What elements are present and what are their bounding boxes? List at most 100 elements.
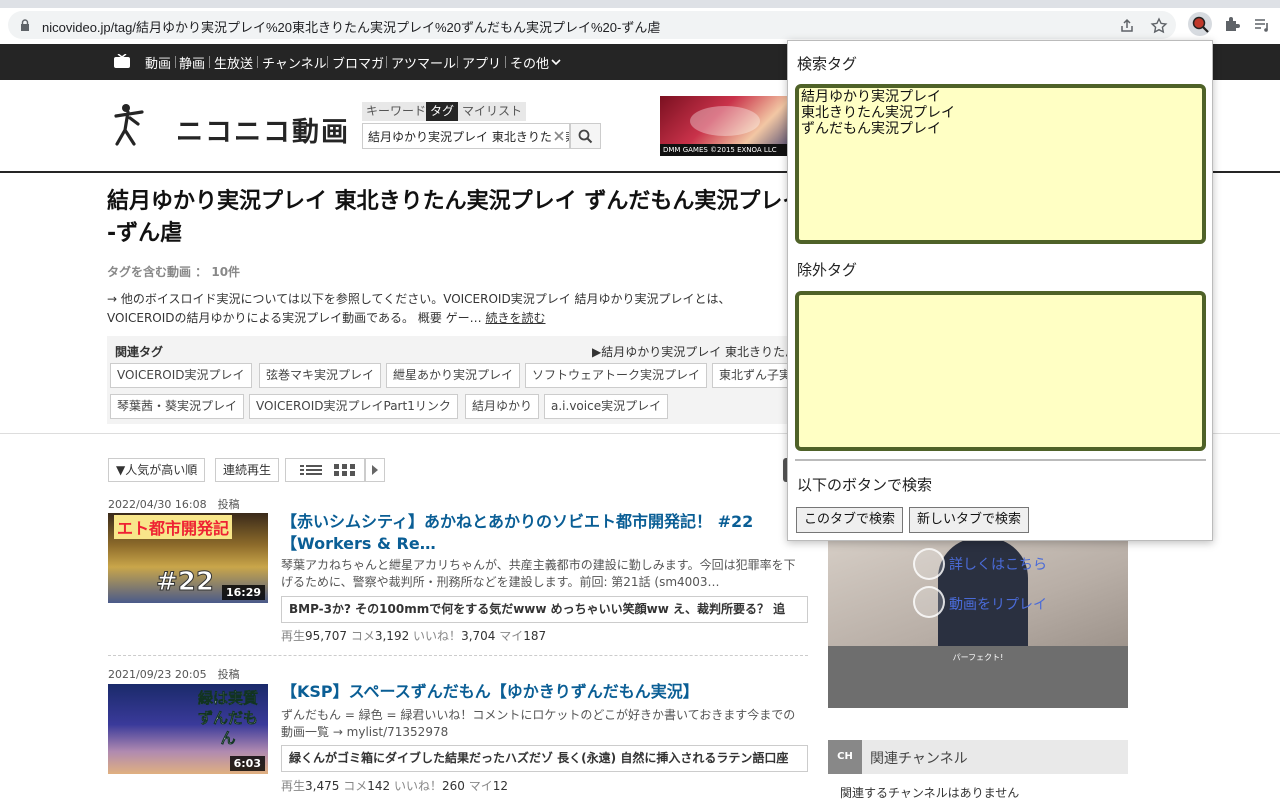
read-more-link[interactable]: 続きを読む — [486, 311, 546, 325]
replay-icon — [913, 586, 945, 618]
related-tag[interactable]: VOICEROID実況プレイPart1リンク — [249, 394, 458, 419]
lock-icon — [21, 19, 29, 31]
play-triangle-icon — [372, 465, 378, 475]
niconico-logo-figure-icon[interactable] — [112, 102, 148, 148]
search-button[interactable] — [570, 123, 601, 149]
mylist-count: 12 — [492, 779, 508, 793]
comments-count: 142 — [367, 779, 391, 793]
tag-search-extension-icon[interactable] — [1188, 12, 1212, 36]
nav-separator — [327, 56, 328, 68]
likes-count: 260 — [441, 779, 465, 793]
video-title-link[interactable]: 【赤いシムシティ】あかねとあかりのソビエト都市開発記！ #22【Workers … — [281, 511, 791, 555]
related-tag[interactable]: ソフトウェアトーク実況プレイ — [525, 363, 708, 388]
exclude-tags-textarea[interactable] — [795, 291, 1206, 451]
nav-item-atsumaru[interactable]: アツマール — [391, 53, 456, 72]
related-tag[interactable]: VOICEROID実況プレイ — [110, 363, 252, 388]
bookmark-star-icon[interactable] — [1150, 17, 1168, 35]
related-tag[interactable]: 琴葉茜・葵実況プレイ — [110, 394, 245, 419]
related-tags-right-link[interactable]: ▶結月ゆかり実況プレイ 東北きりたん — [592, 343, 797, 360]
search-button-hint: 以下のボタンで検索 — [797, 476, 933, 494]
video-separator — [108, 655, 808, 656]
sort-order-button[interactable]: ▼人気が高い順 — [108, 458, 206, 482]
nav-item-app[interactable]: アプリ — [462, 53, 501, 72]
nav-item-live[interactable]: 生放送 — [214, 53, 253, 72]
banner-ad[interactable]: DMM GAMES ©2015 EXNOA LLC — [660, 96, 790, 156]
video-description: 琴葉アカねちゃんと紲星アカリちゃんが、共産主義都市の建設に勤しみます。今回は犯罪… — [281, 558, 796, 589]
comments-count: 3,192 — [374, 629, 410, 643]
share-icon[interactable] — [1118, 17, 1136, 35]
view-toggle — [285, 458, 365, 482]
niconico-tv-icon[interactable] — [114, 54, 130, 68]
magnifier-icon — [1192, 16, 1209, 33]
search-input[interactable]: 結月ゆかり実況プレイ 東北きりたん実況プレイ ずんだもん実況プレイ -ずん虐 — [362, 123, 570, 149]
nav-item-channel[interactable]: チャンネル — [262, 53, 327, 72]
related-channel-header: CH 関連チャンネル — [828, 740, 1128, 774]
views-label: 再生 — [281, 779, 306, 793]
ad-emblem — [690, 106, 760, 136]
search-tab-keyword[interactable]: キーワード — [362, 102, 431, 121]
reading-list-icon[interactable] — [1252, 15, 1272, 35]
clear-icon[interactable] — [552, 129, 566, 143]
exclude-tags-label: 除外タグ — [797, 261, 858, 279]
related-tags-title: 関連タグ — [115, 345, 164, 359]
nav-separator — [209, 56, 210, 68]
search-this-tab-button[interactable]: このタブで検索 — [796, 507, 904, 533]
video-duration: 6:03 — [229, 756, 265, 771]
external-link-icon — [913, 548, 945, 580]
ad-caption: パーフェクト! — [952, 653, 1004, 662]
related-tag[interactable]: 紲星あかり実況プレイ — [386, 363, 521, 388]
video-duration: 16:29 — [221, 585, 265, 600]
likes-label: いいね！ — [413, 629, 462, 643]
search-tab-tag[interactable]: タグ — [426, 102, 459, 121]
thumbnail-caption: 緑は実質ずんだもん — [197, 689, 259, 748]
related-tag[interactable]: 結月ゆかり — [465, 394, 540, 419]
mylist-label: マイ — [499, 629, 524, 643]
views-label: 再生 — [281, 629, 306, 643]
nav-item-blomaga[interactable]: ブロマガ — [332, 53, 384, 72]
nav-separator — [505, 56, 506, 68]
related-channel-title: 関連チャンネル — [870, 751, 968, 767]
continuous-play-button[interactable]: 連続再生 — [215, 458, 280, 482]
video-thumbnail[interactable]: エト都市開発記 #22 16:29 — [108, 513, 268, 603]
ad-details-link[interactable]: 詳しくはこちら — [949, 554, 1047, 574]
search-input-value: 結月ゆかり実況プレイ 東北きりたん実況プレイ ずんだもん実況プレイ -ずん虐 — [368, 130, 569, 144]
video-description: ずんだもん = 緑色 = 緑君いいね！コメントにロケットのどこが好きか書いておき… — [281, 708, 796, 739]
related-tag[interactable]: a.i.voice実況プレイ — [544, 394, 669, 419]
search-new-tab-button[interactable]: 新しいタブで検索 — [909, 507, 1030, 533]
thumbnail-caption: エト都市開発記 — [114, 515, 233, 539]
page-title: 結月ゆかり実況プレイ 東北きりたん実況プレイ ずんだもん実況プレイ -ずん虐 — [107, 189, 805, 246]
views-count: 3,475 — [305, 779, 340, 793]
video-stats: 再生95,707 コメ3,192 いいね！3,704 マイ187 — [281, 627, 546, 644]
channel-icon: CH — [828, 740, 862, 774]
related-tag[interactable]: 東北ずん子実況 — [712, 363, 797, 388]
video-title-link[interactable]: 【KSP】スペースずんだもん【ゆかきりずんだもん実況】 — [281, 681, 791, 703]
tag-description: → 他のボイスロイド実況については以下を参照してください。VOICEROID実況… — [107, 290, 787, 328]
view-next-button[interactable] — [365, 458, 385, 482]
list-view-icon[interactable] — [300, 464, 322, 476]
nav-item-douga[interactable]: 動画 — [145, 53, 171, 72]
video-post-date: 2021/09/23 20:05 投稿 — [108, 668, 240, 681]
nav-item-other[interactable]: その他 — [510, 53, 549, 72]
address-bar[interactable]: nicovideo.jp/tag/結月ゆかり実況プレイ%20東北きりたん実況プレ… — [8, 11, 1176, 39]
tag-video-count: タグを含む動画 ： 10件 — [107, 265, 241, 279]
thumbnail-episode-number: #22 — [156, 567, 215, 598]
related-channel-empty: 関連するチャンネルはありません — [840, 786, 1020, 800]
nav-item-seiga[interactable]: 静画 — [179, 53, 205, 72]
niconico-logo-text[interactable]: ニコニコ動画 — [176, 110, 350, 149]
video-stats: 再生3,475 コメ142 いいね！260 マイ12 — [281, 777, 508, 794]
related-tag[interactable]: 弦巻マキ実況プレイ — [259, 363, 382, 388]
ad-label: DMM GAMES ©2015 EXNOA LLC — [660, 144, 790, 156]
search-tab-mylist[interactable]: マイリスト — [458, 102, 527, 121]
nav-separator — [457, 56, 458, 68]
mylist-label: マイ — [468, 779, 493, 793]
mylist-count: 187 — [523, 629, 547, 643]
ad-replay-link[interactable]: 動画をリプレイ — [949, 594, 1047, 614]
search-tags-textarea[interactable]: 結月ゆかり実況プレイ 東北きりたん実況プレイ ずんだもん実況プレイ — [795, 84, 1206, 244]
video-thumbnail[interactable]: 緑は実質ずんだもん 6:03 — [108, 684, 268, 774]
video-latest-comments: BMP-3か? その100mmで何をする気だwww めっちゃいい笑顔ww え、裁… — [281, 596, 808, 623]
extensions-puzzle-icon[interactable] — [1222, 15, 1242, 35]
url-text: nicovideo.jp/tag/結月ゆかり実況プレイ%20東北きりたん実況プレ… — [42, 20, 661, 35]
likes-count: 3,704 — [461, 629, 496, 643]
grid-view-icon[interactable] — [334, 464, 356, 476]
likes-label: いいね！ — [393, 779, 442, 793]
